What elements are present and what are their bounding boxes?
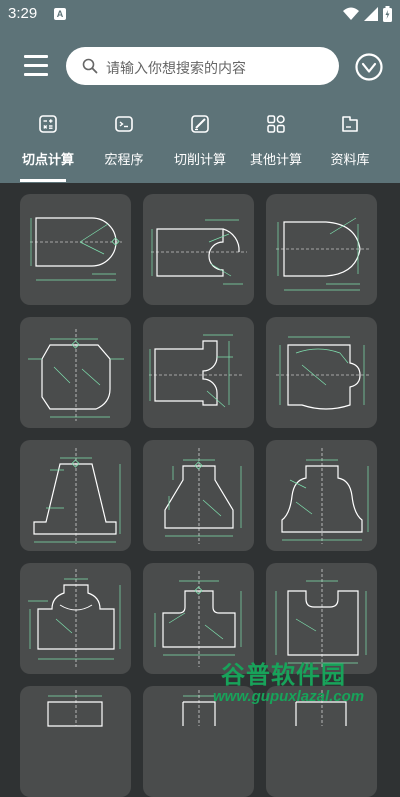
category-tabs: 切点计算 宏程序 切削计算 其他计算 资料库 <box>0 110 400 183</box>
terminal-icon <box>115 116 133 132</box>
diagram-card[interactable] <box>20 194 131 305</box>
status-bar: 3:29 A <box>0 0 400 30</box>
arc-shoulder-profile-diagram <box>276 336 370 410</box>
tab-tangent-calc[interactable]: 切点计算 <box>8 110 88 183</box>
tab-label: 切点计算 <box>21 153 74 168</box>
diagram-card[interactable] <box>20 686 131 797</box>
diagram-card[interactable] <box>20 563 131 674</box>
tab-cutting-calc[interactable]: 切削计算 <box>160 110 240 183</box>
wifi-icon <box>343 7 359 20</box>
battery-icon <box>383 6 392 22</box>
taper-radius-profile-diagram <box>164 448 242 544</box>
status-icons <box>343 6 392 22</box>
watermark-url: www.gupuxlazal.com <box>213 688 365 705</box>
neck-arc-profile-diagram <box>28 569 121 667</box>
rounded-end-profile-diagram <box>30 217 122 281</box>
concave-end-profile-diagram <box>151 219 247 285</box>
tab-library[interactable]: 资料库 <box>310 110 390 183</box>
tab-label: 切削计算 <box>173 153 226 168</box>
calculator-icon <box>39 115 57 133</box>
top-bar: 请输入你想搜索的内容 <box>0 44 400 88</box>
edit-icon <box>191 115 209 133</box>
double-arc-profile-diagram <box>281 448 369 544</box>
tab-macro-program[interactable]: 宏程序 <box>84 110 164 183</box>
search-bar[interactable]: 请输入你想搜索的内容 <box>66 47 339 85</box>
diagram-card[interactable] <box>143 194 254 305</box>
diagram-card[interactable] <box>20 440 131 551</box>
diagram-card[interactable] <box>266 317 377 428</box>
diagram-card[interactable] <box>143 317 254 428</box>
diagram-card[interactable] <box>266 440 377 551</box>
diagram-card[interactable] <box>143 440 254 551</box>
partial-profile-diagram <box>47 690 103 727</box>
menu-button[interactable] <box>24 54 50 78</box>
search-icon <box>82 58 98 74</box>
status-time: 3:29 <box>8 5 38 22</box>
tab-label: 资料库 <box>330 153 370 168</box>
watermark-title: 谷普软件园 <box>221 661 346 689</box>
tab-label: 宏程序 <box>104 153 144 168</box>
site-watermark: 谷普软件园 www.gupuxlazal.com <box>213 655 397 711</box>
tab-other-calc[interactable]: 其他计算 <box>236 110 316 183</box>
notification-icon: A <box>54 8 66 20</box>
diagram-grid <box>0 183 400 797</box>
search-input[interactable]: 请输入你想搜索的内容 <box>106 58 246 78</box>
chamfer-radius-profile-diagram <box>28 329 124 421</box>
step-arc-profile-diagram <box>149 334 243 408</box>
taper-base-profile-diagram <box>33 448 121 544</box>
diagram-card[interactable] <box>20 317 131 428</box>
signal-icon <box>364 7 378 21</box>
grid-icon <box>267 115 285 133</box>
active-tab-indicator <box>20 179 66 182</box>
tab-label: 其他计算 <box>249 153 302 168</box>
folder-icon <box>342 116 358 132</box>
vip-diamond-icon[interactable] <box>354 52 384 82</box>
app-header: 3:29 A 请输入你想搜索的内容 切点计算 宏程序 切削计算 其他计算 资料库 <box>0 0 400 183</box>
diagram-card[interactable] <box>266 194 377 305</box>
pointed-arc-profile-diagram <box>276 217 370 291</box>
